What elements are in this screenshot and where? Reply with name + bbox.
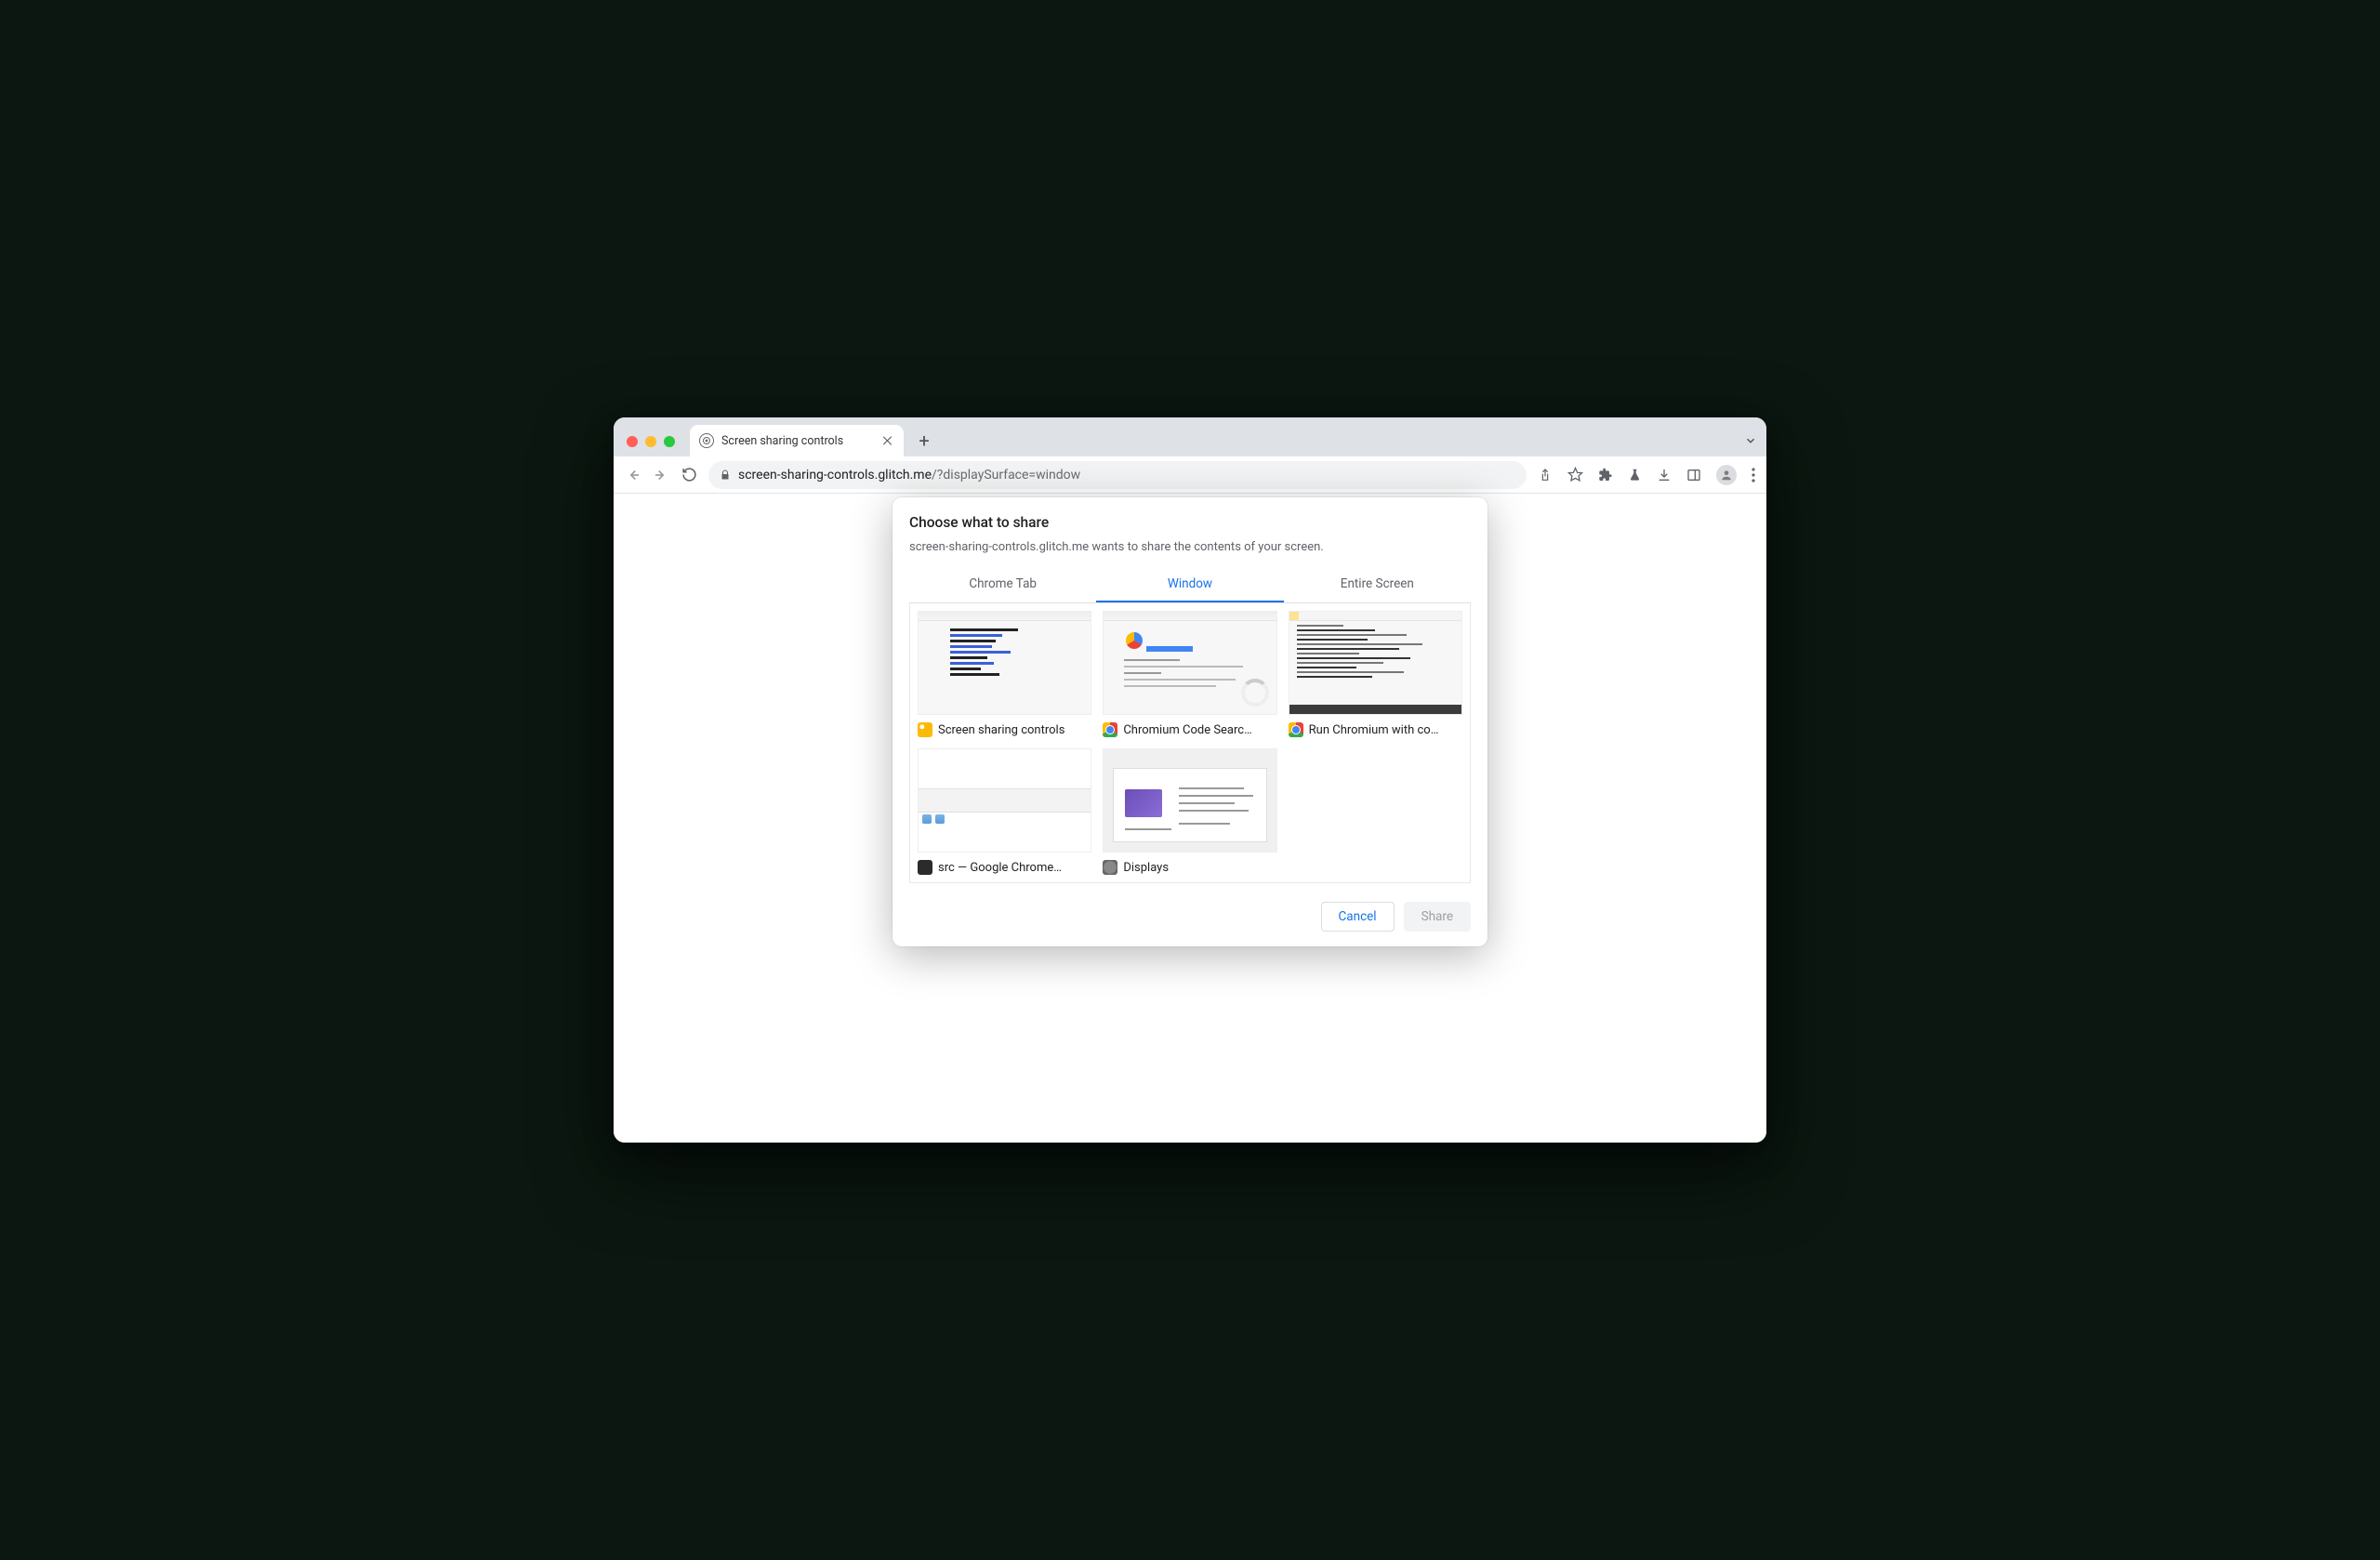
side-panel-icon[interactable] [1686,468,1701,483]
window-thumbnail [1103,748,1276,853]
profile-avatar[interactable] [1716,465,1737,485]
chrome-icon [1289,722,1303,737]
window-thumbnail [918,611,1091,715]
share-button[interactable]: Share [1404,902,1471,932]
lock-icon [720,469,731,481]
dialog-subtitle: screen-sharing-controls.glitch.me wants … [909,540,1471,554]
share-type-tabs: Chrome Tab Window Entire Screen [909,567,1471,603]
window-thumbnail [918,748,1091,853]
kebab-menu-icon[interactable] [1752,468,1755,483]
page-content: Choose what to share screen-sharing-cont… [614,494,1766,1143]
terminal-icon [918,860,932,875]
chrome-canary-icon [918,722,932,737]
dialog-title: Choose what to share [909,514,1471,531]
browser-window: Screen sharing controls + screen-sharing… [614,417,1766,1143]
globe-icon [699,433,714,448]
window-label: src — Google Chrome… [938,861,1062,875]
chrome-icon [1103,722,1117,737]
forward-button[interactable] [653,467,669,483]
window-option[interactable]: Run Chromium with co… [1287,609,1464,739]
window-thumbnail [1103,611,1276,715]
window-label: Screen sharing controls [938,723,1064,737]
bookmark-icon[interactable] [1567,467,1583,483]
share-icon[interactable] [1538,468,1553,483]
labs-icon[interactable] [1628,468,1642,483]
dialog-actions: Cancel Share [909,902,1471,932]
url-text: screen-sharing-controls.glitch.me/?displ… [738,468,1080,483]
window-list: Screen sharing controls [909,603,1471,883]
tab-window[interactable]: Window [1096,567,1283,602]
tab-strip: Screen sharing controls + [614,417,1766,456]
tab-entire-screen[interactable]: Entire Screen [1284,567,1471,602]
close-tab-icon[interactable] [881,434,894,447]
back-button[interactable] [625,467,641,483]
share-dialog: Choose what to share screen-sharing-cont… [892,497,1488,946]
browser-tab[interactable]: Screen sharing controls [690,425,904,456]
window-label: Displays [1123,861,1169,875]
new-tab-button[interactable]: + [911,428,937,454]
window-option[interactable]: Screen sharing controls [916,609,1093,739]
window-label: Run Chromium with co… [1309,723,1439,737]
minimize-window-icon[interactable] [645,436,656,447]
window-controls [627,436,675,456]
window-option[interactable]: Displays [1101,747,1278,877]
cancel-button[interactable]: Cancel [1321,902,1395,932]
address-bar[interactable]: screen-sharing-controls.glitch.me/?displ… [708,461,1527,489]
tab-chrome-tab[interactable]: Chrome Tab [909,567,1096,602]
close-window-icon[interactable] [627,436,638,447]
system-preferences-icon [1103,860,1117,875]
tab-title: Screen sharing controls [721,434,874,448]
downloads-icon[interactable] [1657,468,1672,483]
maximize-window-icon[interactable] [664,436,675,447]
toolbar-actions [1538,465,1755,485]
toolbar: screen-sharing-controls.glitch.me/?displ… [614,456,1766,494]
window-label: Chromium Code Searc… [1123,723,1251,737]
extensions-icon[interactable] [1598,468,1613,483]
tab-search-icon[interactable] [1744,434,1757,456]
reload-button[interactable] [681,467,697,483]
window-option[interactable]: Chromium Code Searc… [1101,609,1278,739]
window-thumbnail [1289,611,1462,715]
window-option[interactable]: src — Google Chrome… [916,747,1093,877]
